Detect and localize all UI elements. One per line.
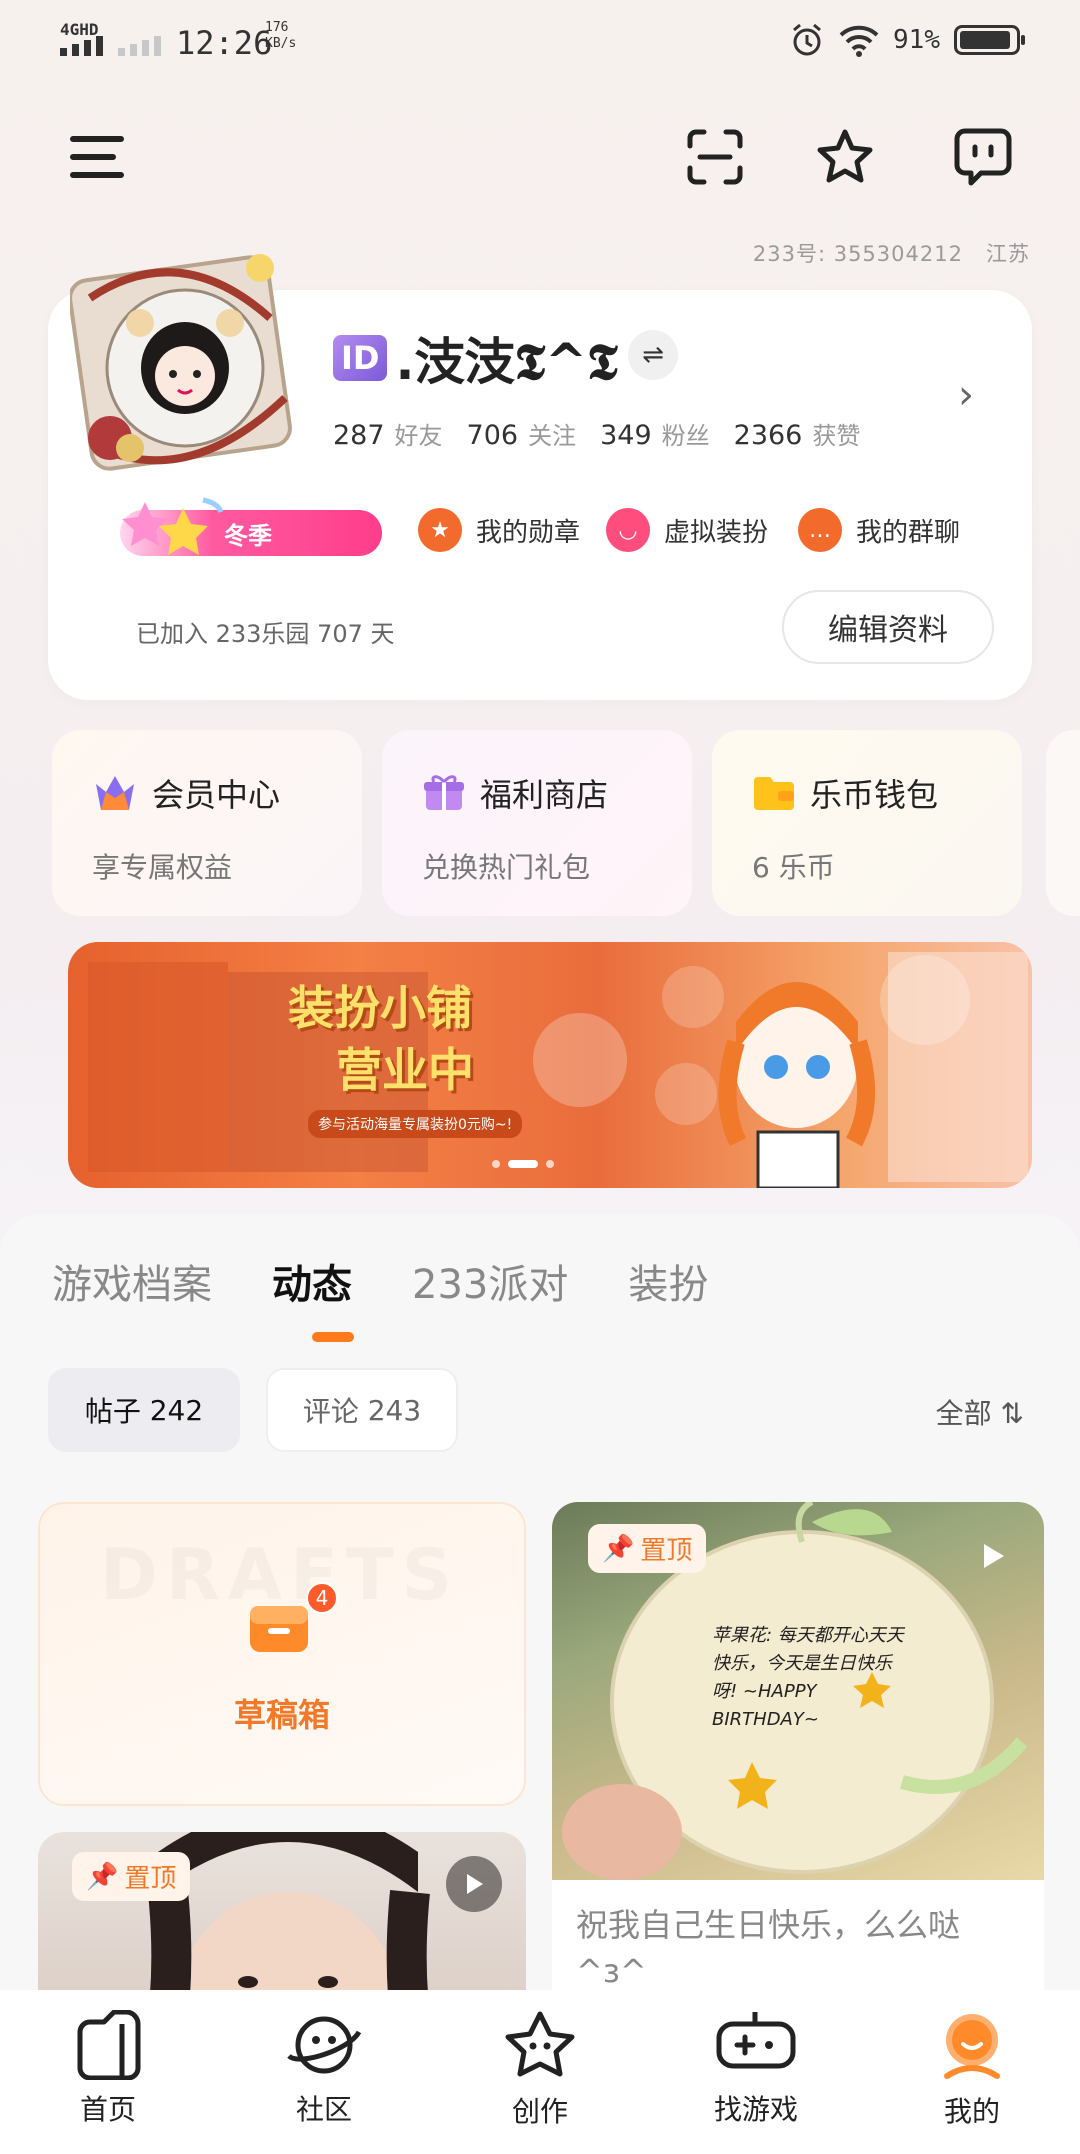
post-card-birthday[interactable]: 📌 置顶 苹果花: 每天都开心天天 快乐，今天是生日快乐呀! ~HAPPY BIR… bbox=[552, 1502, 1044, 2042]
scan-icon bbox=[687, 129, 743, 185]
scan-button[interactable] bbox=[680, 122, 750, 192]
banner-title-1: 装扮小铺 bbox=[288, 981, 472, 1035]
stat-following-label: 关注 bbox=[528, 422, 577, 450]
stat-friends-value[interactable]: 287 bbox=[333, 420, 385, 451]
promo-banner[interactable]: 装扮小铺 营业中 参与活动海量专属装扮0元购~! bbox=[68, 942, 1032, 1188]
wifi-icon bbox=[839, 25, 879, 57]
favorites-button[interactable] bbox=[810, 122, 880, 192]
swap-icon: ⇌ bbox=[642, 340, 664, 370]
medal-icon: ★ bbox=[418, 508, 462, 552]
pin-icon: 📌 bbox=[602, 1533, 635, 1564]
stat-fans-value[interactable]: 349 bbox=[600, 420, 652, 451]
location: 江苏 bbox=[986, 242, 1030, 266]
handwritten-note: 苹果花: 每天都开心天天 快乐，今天是生日快乐呀! ~HAPPY BIRTHDA… bbox=[712, 1625, 904, 1730]
video-play-icon bbox=[446, 1856, 502, 1912]
nav-community[interactable]: 社区 bbox=[234, 2010, 414, 2154]
stat-likes-label: 获赞 bbox=[812, 422, 861, 450]
pinned-tag: 📌 置顶 bbox=[588, 1524, 707, 1573]
status-right: 91% bbox=[789, 22, 1025, 58]
menu-button[interactable] bbox=[62, 122, 132, 192]
active-tab-indicator bbox=[312, 1332, 354, 1342]
profile-stats: 287 好友 706 关注 349 粉丝 2366 获赞 bbox=[333, 416, 874, 451]
pin-icon: 📌 bbox=[86, 1861, 119, 1892]
username-text: .汥汥𝕿^𝕿 bbox=[395, 333, 618, 391]
star-icon bbox=[817, 129, 873, 183]
next-tile-peek bbox=[1046, 730, 1080, 916]
switch-account-button[interactable]: ⇌ bbox=[628, 330, 678, 380]
star-face-icon bbox=[505, 2011, 575, 2077]
sort-icon: ⇅ bbox=[1000, 1397, 1024, 1430]
tab-game-profile[interactable]: 游戏档案 bbox=[52, 1252, 212, 1310]
battery-icon bbox=[954, 25, 1025, 55]
tab-233-party[interactable]: 233派对 bbox=[412, 1252, 568, 1310]
banner-caption: 参与活动海量专属装扮0元购~! bbox=[308, 1110, 523, 1138]
stat-friends-label: 好友 bbox=[394, 422, 443, 450]
net-speed: 176 KB/s bbox=[265, 20, 297, 51]
group-chat-icon: … bbox=[798, 508, 842, 552]
id-badge: ID bbox=[333, 335, 388, 381]
stat-likes-value: 2366 bbox=[733, 420, 803, 451]
tab-activity[interactable]: 动态 bbox=[272, 1252, 352, 1310]
crown-icon bbox=[96, 776, 134, 810]
gamepad-icon bbox=[716, 2012, 796, 2069]
clock: 12:26 bbox=[176, 24, 273, 62]
my-groups-link[interactable]: … 我的群聊 bbox=[798, 508, 960, 552]
username: ID .汥汥𝕿^𝕿 bbox=[333, 322, 618, 394]
tab-outfit[interactable]: 装扮 bbox=[628, 1252, 708, 1310]
banner-title-2: 营业中 bbox=[336, 1043, 474, 1097]
bottom-nav: 首页 社区 创作 找游戏 我的 bbox=[0, 1990, 1080, 2154]
drafts-box-icon bbox=[246, 1592, 316, 1662]
stat-following-value[interactable]: 706 bbox=[467, 420, 519, 451]
my-badges-link[interactable]: ★ 我的勋章 bbox=[418, 508, 580, 552]
member-center-tile[interactable]: 会员中心 享专属权益 bbox=[52, 730, 362, 916]
chip-posts[interactable]: 帖子 242 bbox=[48, 1368, 240, 1452]
avatar-frame-art bbox=[68, 254, 292, 471]
welfare-store-tile[interactable]: 福利商店 兑换热门礼包 bbox=[382, 730, 692, 916]
banner-pagination bbox=[492, 1160, 554, 1168]
nav-create[interactable]: 创作 bbox=[450, 2010, 630, 2154]
drafts-label: 草稿箱 bbox=[233, 1696, 330, 1734]
joined-days: 已加入 233乐园 707 天 bbox=[136, 620, 395, 648]
signal-icon bbox=[60, 36, 103, 56]
profile-face-icon bbox=[944, 2014, 1000, 2079]
post-image: 📌 置顶 苹果花: 每天都开心天天 快乐，今天是生日快乐呀! ~HAPPY BIR… bbox=[552, 1502, 1044, 1880]
nav-find-games[interactable]: 找游戏 bbox=[666, 2010, 846, 2154]
edit-profile-button[interactable]: 编辑资料 bbox=[782, 590, 994, 664]
profile-detail-chevron-icon[interactable]: › bbox=[958, 372, 974, 418]
season-star-icon bbox=[115, 496, 225, 566]
signal-2-icon bbox=[118, 36, 161, 56]
banner-illustration bbox=[88, 952, 1028, 1188]
planet-icon bbox=[287, 2016, 362, 2074]
chat-icon bbox=[954, 128, 1012, 186]
chip-comments[interactable]: 评论 243 bbox=[266, 1368, 458, 1452]
status-bar: 4GHD 12:26 176 KB/s 91% bbox=[0, 0, 1080, 80]
messages-button[interactable] bbox=[948, 122, 1018, 192]
stat-fans-label: 粉丝 bbox=[661, 422, 710, 450]
video-play-icon bbox=[964, 1528, 1020, 1584]
gift-icon bbox=[424, 775, 464, 810]
nav-me[interactable]: 我的 bbox=[882, 2010, 1062, 2154]
virtual-outfit-link[interactable]: ◡ 虚拟装扮 bbox=[606, 508, 768, 552]
pinned-tag-2: 📌 置顶 bbox=[72, 1852, 191, 1901]
drafts-count-badge: 4 bbox=[306, 1582, 338, 1614]
home-icon bbox=[77, 2010, 141, 2080]
filter-all-dropdown[interactable]: 全部 ⇅ bbox=[936, 1392, 1024, 1432]
battery-percent: 91% bbox=[893, 25, 940, 55]
coin-wallet-tile[interactable]: 乐币钱包 6 乐币 bbox=[712, 730, 1022, 916]
menu-icon bbox=[70, 136, 124, 178]
folder-wallet-icon bbox=[754, 777, 794, 810]
cat-mask-icon: ◡ bbox=[606, 508, 650, 552]
profile-tabs: 游戏档案 动态 233派对 装扮 bbox=[52, 1252, 768, 1310]
user-id-line: 233号: 355304212 江苏 bbox=[752, 242, 1030, 266]
alarm-icon bbox=[793, 23, 821, 56]
avatar[interactable] bbox=[68, 248, 310, 478]
nav-home[interactable]: 首页 bbox=[18, 2010, 198, 2154]
